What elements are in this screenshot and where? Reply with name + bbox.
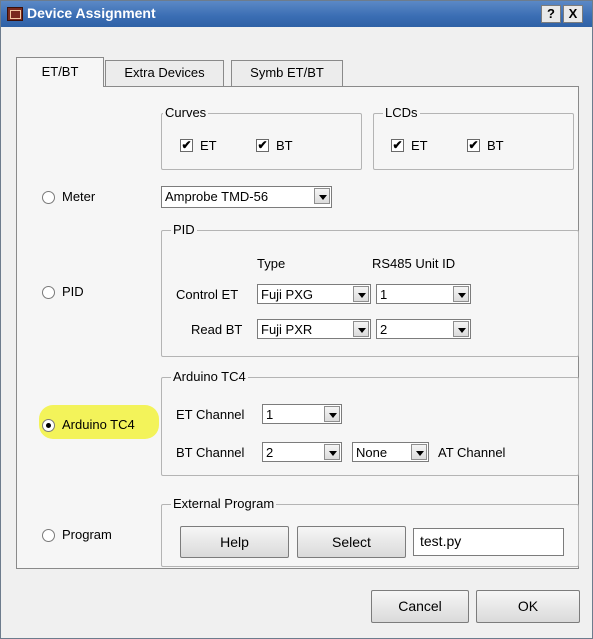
curves-title: Curves (163, 105, 209, 120)
tab-et-bt[interactable]: ET/BT (16, 57, 104, 87)
window-title: Device Assignment (27, 5, 156, 21)
control-et-unit-select[interactable]: 1 (376, 284, 471, 304)
arduino-title: Arduino TC4 (171, 369, 248, 384)
program-radio[interactable] (42, 529, 55, 542)
control-et-label: Control ET (176, 287, 239, 302)
pid-label: PID (62, 284, 84, 299)
select-button[interactable]: Select (297, 526, 406, 558)
at-channel-value: None (356, 445, 388, 460)
lcds-title: LCDs (383, 105, 420, 120)
curves-bt-checkbox[interactable]: ✔ (256, 139, 269, 152)
et-channel-select[interactable]: 1 (262, 404, 342, 424)
bt-channel-value: 2 (266, 445, 274, 460)
read-bt-label: Read BT (191, 322, 243, 337)
et-channel-label: ET Channel (176, 407, 245, 422)
pid-type-header: Type (257, 256, 286, 271)
help-title-button[interactable]: ? (541, 5, 561, 23)
read-bt-type-select[interactable]: Fuji PXR (257, 319, 371, 339)
device-assignment-dialog: Device Assignment ? X ET/BT Extra Device… (0, 0, 593, 639)
close-button[interactable]: X (563, 5, 583, 23)
et-channel-value: 1 (266, 407, 274, 422)
meter-select[interactable]: Amprobe TMD-56 (161, 186, 332, 208)
pid-radio[interactable] (42, 286, 55, 299)
ok-button[interactable]: OK (476, 590, 580, 623)
lcds-bt-checkbox[interactable]: ✔ (467, 139, 480, 152)
meter-radio[interactable] (42, 191, 55, 204)
control-et-type-select[interactable]: Fuji PXG (257, 284, 371, 304)
chevron-down-icon (453, 321, 469, 337)
chevron-down-icon (324, 444, 340, 460)
read-bt-type-value: Fuji PXR (261, 322, 313, 337)
meter-select-value: Amprobe TMD-56 (165, 189, 269, 204)
app-icon (7, 7, 23, 21)
at-channel-select[interactable]: None (352, 442, 429, 462)
title-bar[interactable]: Device Assignment ? X (1, 1, 592, 27)
chevron-down-icon (314, 188, 330, 204)
help-button[interactable]: Help (180, 526, 289, 558)
external-program-title: External Program (171, 496, 277, 511)
chevron-down-icon (353, 321, 369, 337)
read-bt-unit-value: 2 (380, 322, 388, 337)
chevron-down-icon (353, 286, 369, 302)
read-bt-unit-select[interactable]: 2 (376, 319, 471, 339)
curves-bt-label: BT (276, 138, 293, 153)
arduino-radio[interactable] (42, 419, 55, 432)
lcds-et-checkbox[interactable]: ✔ (391, 139, 404, 152)
chevron-down-icon (324, 406, 340, 422)
cancel-button[interactable]: Cancel (371, 590, 469, 623)
curves-et-checkbox[interactable]: ✔ (180, 139, 193, 152)
program-file-field[interactable]: test.py (413, 528, 564, 556)
chevron-down-icon (453, 286, 469, 302)
tab-symb-et-bt[interactable]: Symb ET/BT (231, 60, 343, 86)
at-channel-label: AT Channel (438, 445, 506, 460)
lcds-et-label: ET (411, 138, 428, 153)
lcds-bt-label: BT (487, 138, 504, 153)
control-et-unit-value: 1 (380, 287, 388, 302)
tab-extra-devices[interactable]: Extra Devices (105, 60, 224, 86)
chevron-down-icon (411, 444, 427, 460)
arduino-label: Arduino TC4 (62, 417, 135, 432)
program-label: Program (62, 527, 112, 542)
pid-title: PID (171, 222, 197, 237)
control-et-type-value: Fuji PXG (261, 287, 314, 302)
meter-label: Meter (62, 189, 96, 204)
bt-channel-select[interactable]: 2 (262, 442, 342, 462)
pid-unit-header: RS485 Unit ID (372, 256, 456, 271)
curves-et-label: ET (200, 138, 217, 153)
bt-channel-label: BT Channel (176, 445, 245, 460)
